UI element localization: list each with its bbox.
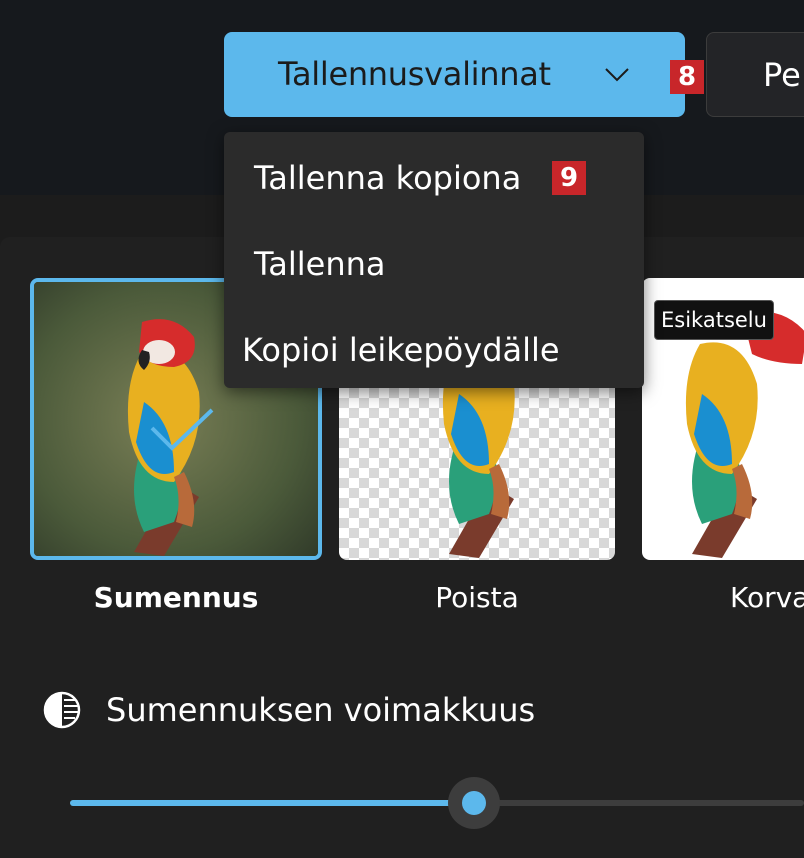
blur-strength-icon	[43, 691, 81, 729]
preview-tooltip: Esikatselu	[654, 300, 774, 340]
save-options-button[interactable]: Tallennusvalinnat	[224, 32, 685, 117]
menu-item-save-label: Tallenna	[254, 245, 386, 283]
menu-item-copy-to-clipboard-label: Kopioi leikepöydälle	[242, 331, 560, 369]
slider-thumb-dot	[462, 791, 486, 815]
callout-badge-9: 9	[552, 161, 586, 195]
background-option-remove-label: Poista	[435, 581, 519, 614]
background-option-replace-label: Korva	[730, 581, 804, 614]
background-option-blur-label: Sumennus	[93, 581, 259, 614]
next-button-label: Pe	[763, 56, 801, 94]
callout-badge-8: 8	[670, 60, 704, 94]
blur-strength-slider-fill	[70, 800, 474, 806]
chevron-down-icon	[605, 68, 629, 82]
menu-item-copy-to-clipboard[interactable]: Kopioi leikepöydälle	[224, 310, 644, 390]
menu-item-save[interactable]: Tallenna	[224, 224, 644, 304]
save-options-label: Tallennusvalinnat	[278, 55, 551, 93]
next-button[interactable]: Pe	[706, 32, 804, 117]
blur-strength-slider-track[interactable]	[70, 800, 804, 806]
blur-strength-label: Sumennuksen voimakkuus	[106, 691, 536, 729]
blur-strength-slider-thumb[interactable]	[448, 777, 500, 829]
menu-item-save-as-copy-label: Tallenna kopiona	[254, 159, 522, 197]
